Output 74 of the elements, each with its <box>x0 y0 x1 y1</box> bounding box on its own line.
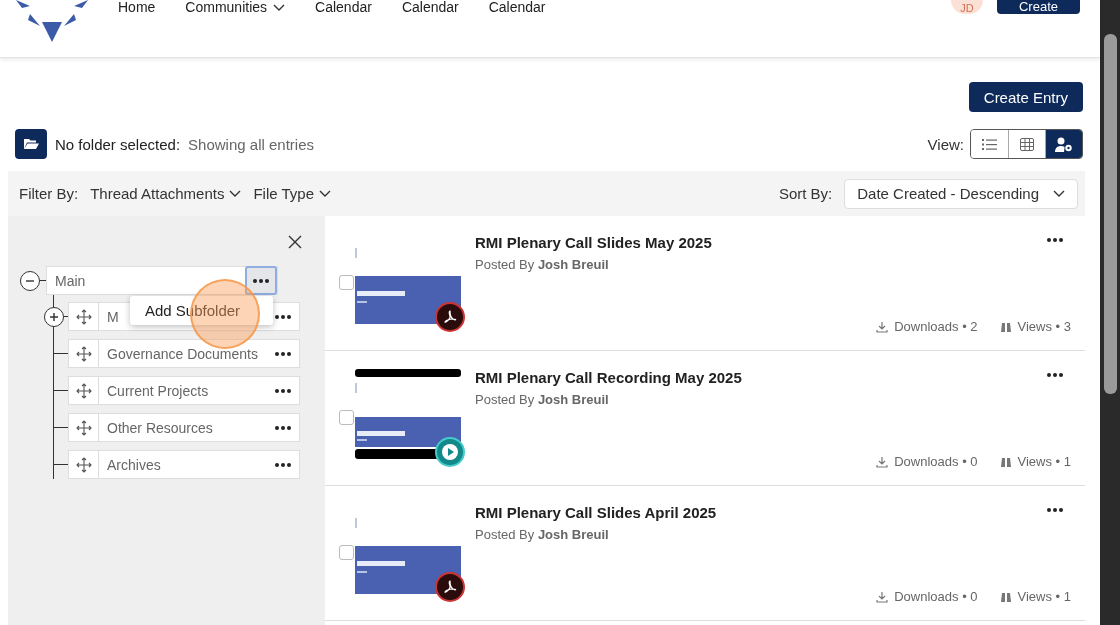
views-count: Views • 3 <box>999 319 1071 334</box>
pdf-icon <box>435 302 465 332</box>
folder-item[interactable]: Current Projects <box>68 376 300 405</box>
downloads-count: Downloads • 0 <box>876 589 978 604</box>
posted-by-text: Posted By Josh Breuil <box>475 257 610 272</box>
more-icon <box>275 425 291 430</box>
view-label: View: <box>927 135 964 153</box>
collapse-icon[interactable] <box>20 270 40 291</box>
play-icon <box>435 437 465 467</box>
binoculars-icon <box>999 320 1012 333</box>
more-button[interactable] <box>245 266 277 295</box>
binoculars-icon <box>999 455 1012 468</box>
folder-icon <box>23 138 39 150</box>
more-icon <box>275 351 291 356</box>
chevron-down-icon <box>319 190 332 197</box>
move-icon <box>75 345 92 362</box>
nav-link[interactable]: Home <box>118 0 156 14</box>
folder-status-label: No folder selected: <box>55 135 181 153</box>
close-button[interactable] <box>287 234 303 250</box>
sort-select[interactable]: Date Created - Descending <box>844 178 1078 209</box>
view-toggle[interactable] <box>1045 130 1082 158</box>
create-button[interactable]: Create <box>996 0 1080 14</box>
downloads-count: Downloads • 0 <box>876 454 978 469</box>
entry-checkbox[interactable] <box>339 275 354 290</box>
chevron-down-icon <box>1053 190 1065 197</box>
move-icon <box>75 456 92 473</box>
more-icon <box>1047 373 1063 377</box>
move-icon <box>75 419 92 436</box>
nav-link[interactable]: Calendar <box>488 0 546 14</box>
folder-button[interactable] <box>15 129 47 159</box>
more-icon <box>275 462 291 467</box>
download-icon <box>876 455 889 468</box>
scrollbar[interactable] <box>1100 0 1120 625</box>
sort-label: Sort By: <box>778 185 833 202</box>
downloads-count: Downloads • 2 <box>876 319 978 334</box>
chevron-down-icon <box>229 190 242 197</box>
entry-title[interactable]: RMI Plenary Call Slides May 2025 <box>475 234 1071 251</box>
folder-item[interactable]: Main <box>46 266 278 295</box>
filter-dropdown[interactable]: File Type <box>253 185 332 202</box>
folder-item[interactable]: Governance Documents <box>68 339 300 368</box>
expand-icon[interactable] <box>44 306 64 327</box>
pdf-icon <box>435 572 465 602</box>
more-icon <box>275 314 291 319</box>
move-icon <box>75 382 92 399</box>
nav-link[interactable]: Calendar <box>401 0 459 14</box>
move-icon <box>75 308 92 325</box>
entry-checkbox[interactable] <box>339 410 354 425</box>
views-count: Views • 1 <box>999 454 1071 469</box>
filter-label: Filter By: <box>19 185 79 202</box>
grid-icon <box>1020 137 1034 151</box>
more-icon <box>275 388 291 393</box>
nav-link[interactable]: Communities <box>185 0 286 14</box>
scrollbar-thumb[interactable] <box>1104 34 1117 394</box>
entry-title[interactable]: RMI Plenary Call Slides April 2025 <box>475 504 1071 521</box>
folder-item[interactable]: Other Resources <box>68 413 300 442</box>
entry-title[interactable]: RMI Plenary Call Recording May 2025 <box>475 369 1071 386</box>
chevron-down-icon <box>273 3 286 11</box>
folder-status-text: Showing all entries <box>188 135 314 153</box>
views-count: Views • 1 <box>999 589 1071 604</box>
more-icon <box>1047 238 1063 242</box>
binoculars-icon <box>999 590 1012 603</box>
download-icon <box>876 320 889 333</box>
entry-checkbox[interactable] <box>339 545 354 560</box>
more-icon <box>253 278 269 283</box>
nav-link[interactable]: Calendar <box>315 0 372 14</box>
download-icon <box>876 590 889 603</box>
create-entry-button[interactable]: Create Entry <box>968 82 1083 112</box>
filter-dropdown[interactable]: Thread Attachments <box>90 185 242 202</box>
list-icon <box>982 137 997 151</box>
user-gear-icon <box>1055 136 1073 152</box>
more-icon <box>1047 508 1063 512</box>
folder-item[interactable]: Archives <box>68 450 300 479</box>
posted-by-text: Posted By Josh Breuil <box>475 392 610 407</box>
posted-by-text: Posted By Josh Breuil <box>475 527 610 542</box>
